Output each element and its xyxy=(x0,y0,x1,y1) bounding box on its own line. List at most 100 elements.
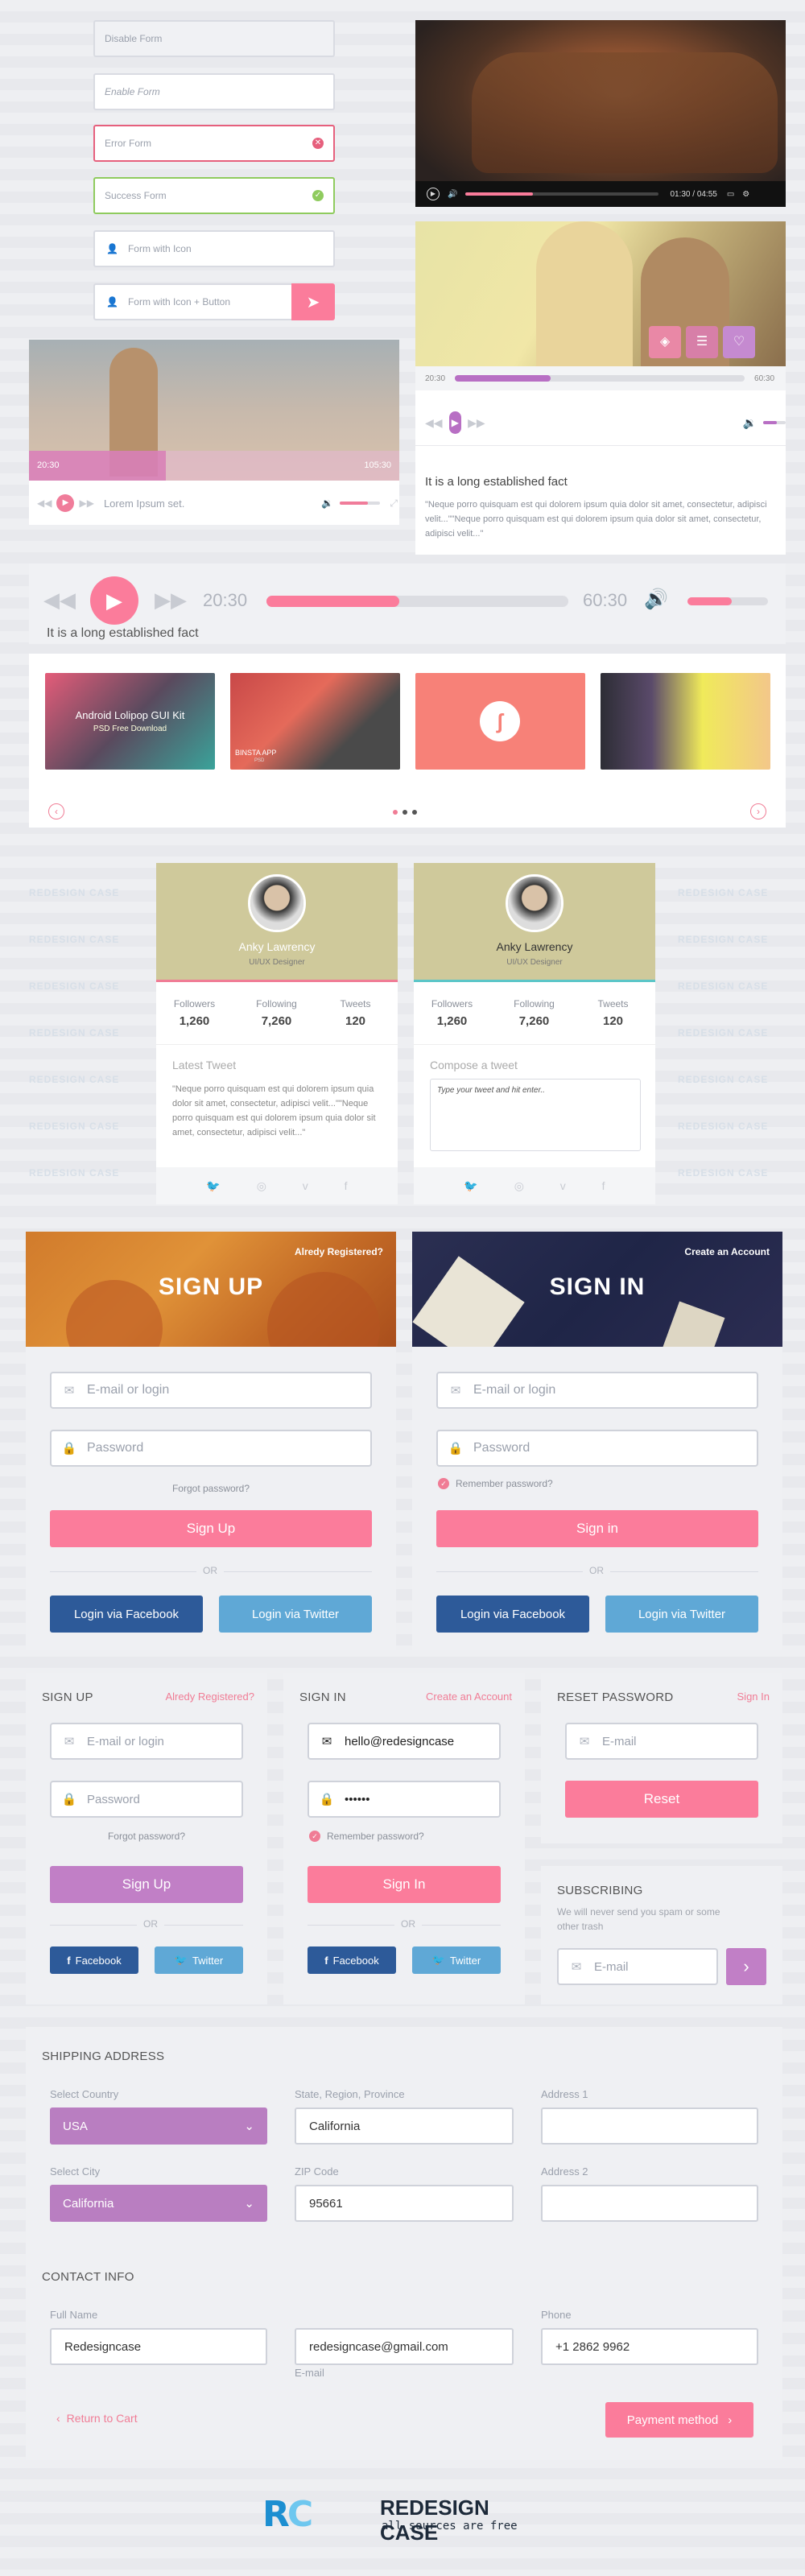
password-input[interactable]: 🔒 Password xyxy=(50,1781,243,1818)
slider-dot[interactable] xyxy=(393,810,398,815)
city-value: California xyxy=(63,2196,114,2211)
gallery-item-android[interactable]: Android Lolipop GUI Kit PSD Free Downloa… xyxy=(45,673,215,770)
signup-button[interactable]: Sign Up xyxy=(50,1866,243,1903)
forgot-password-link[interactable]: Forgot password? xyxy=(26,1483,396,1494)
payment-method-button[interactable]: Payment method › xyxy=(605,2402,753,2438)
big-volume-track[interactable] xyxy=(687,597,768,605)
play-button[interactable]: ▶ xyxy=(90,576,138,625)
signin-button[interactable]: Sign in xyxy=(436,1510,758,1547)
forgot-password-link[interactable]: Forgot password? xyxy=(26,1831,267,1842)
remember-checkbox[interactable]: ✓ xyxy=(438,1478,449,1489)
volume-icon[interactable]: 🔉 xyxy=(321,497,333,509)
big-progress-track[interactable] xyxy=(266,596,568,607)
email-input[interactable]: ✉ E-mail xyxy=(557,1948,718,1985)
facebook-icon[interactable]: f xyxy=(602,1179,605,1192)
send-button[interactable]: ➤ xyxy=(291,283,335,320)
slider-dot[interactable] xyxy=(402,810,407,815)
tag-button[interactable]: ◈ xyxy=(649,326,681,358)
already-registered-link[interactable]: Alredy Registered? xyxy=(165,1690,254,1703)
country-select[interactable]: USA ⌄ xyxy=(50,2107,267,2145)
twitter-icon[interactable]: 🐦 xyxy=(206,1179,220,1193)
photo-progress-track[interactable] xyxy=(455,375,745,382)
address2-input[interactable] xyxy=(541,2185,758,2222)
play-button[interactable]: ▶ xyxy=(56,494,75,512)
password-input[interactable]: 🔒 Password xyxy=(436,1430,758,1467)
fullscreen-icon[interactable]: ▭ xyxy=(727,190,734,199)
next-arrow-icon[interactable]: › xyxy=(750,803,766,819)
volume-icon[interactable]: 🔉 xyxy=(743,416,757,430)
error-input[interactable]: Error Form ✕ xyxy=(93,125,335,162)
email-input[interactable]: ✉ E-mail xyxy=(565,1723,758,1760)
remember-checkbox[interactable]: ✓ xyxy=(309,1831,320,1842)
twitter-button[interactable]: 🐦 Twitter xyxy=(155,1946,243,1974)
password-input[interactable]: 🔒 •••••• xyxy=(308,1781,501,1818)
twitter-login-button[interactable]: Login via Twitter xyxy=(219,1596,372,1633)
girl-volume-track[interactable] xyxy=(340,502,381,505)
expand-icon[interactable]: ⤢ xyxy=(390,497,398,510)
forward-icon[interactable]: ▶▶ xyxy=(155,588,187,613)
volume-icon[interactable]: 🔊 xyxy=(644,588,668,611)
phone-input[interactable]: +1 2862 9962 xyxy=(541,2328,758,2365)
twitter-login-button[interactable]: Login via Twitter xyxy=(605,1596,758,1633)
vimeo-icon[interactable]: v xyxy=(560,1179,566,1192)
name-input[interactable]: Redesigncase xyxy=(50,2328,267,2365)
vimeo-icon[interactable]: v xyxy=(303,1179,308,1192)
signin-link[interactable]: Sign In xyxy=(737,1690,770,1703)
facebook-button[interactable]: f Facebook xyxy=(308,1946,396,1974)
subscribe-button[interactable]: › xyxy=(726,1948,766,1985)
tweets-stat: Tweets 120 xyxy=(317,998,394,1028)
gallery-item-binsta[interactable]: BINSTA APP PSD xyxy=(230,673,400,770)
heart-button[interactable]: ♡ xyxy=(723,326,755,358)
forward-icon[interactable]: ▶▶ xyxy=(79,497,93,509)
dribbble-icon[interactable]: ◎ xyxy=(257,1179,266,1193)
password-input[interactable]: 🔒 Password xyxy=(50,1430,372,1467)
address1-input[interactable] xyxy=(541,2107,758,2145)
signup-button[interactable]: Sign Up xyxy=(50,1510,372,1547)
dribbble-icon[interactable]: ◎ xyxy=(514,1179,524,1193)
signin-button[interactable]: Sign In xyxy=(308,1866,501,1903)
gallery-item-phones[interactable] xyxy=(601,673,770,770)
facebook-icon[interactable]: f xyxy=(345,1179,348,1192)
forward-icon[interactable]: ▶▶ xyxy=(468,416,485,430)
video-progress-track[interactable] xyxy=(465,192,659,196)
rewind-icon[interactable]: ◀◀ xyxy=(43,588,76,613)
zip-input[interactable]: 95661 xyxy=(295,2185,514,2222)
create-account-link[interactable]: Create an Account xyxy=(684,1246,770,1257)
prev-arrow-icon[interactable]: ‹ xyxy=(48,803,64,819)
database-button[interactable]: ☰ xyxy=(686,326,718,358)
girl-progress-overlay[interactable] xyxy=(29,451,399,481)
reset-button[interactable]: Reset xyxy=(565,1781,758,1818)
email-input[interactable]: ✉ E-mail or login xyxy=(50,1723,243,1760)
email-input[interactable]: ✉ hello@redesigncase xyxy=(308,1723,501,1760)
rewind-icon[interactable]: ◀◀ xyxy=(425,416,443,430)
gear-icon[interactable]: ⚙ xyxy=(742,190,749,199)
twitter-button[interactable]: 🐦 Twitter xyxy=(412,1946,501,1974)
slider-dot[interactable] xyxy=(412,810,417,815)
state-input[interactable]: California xyxy=(295,2107,514,2145)
play-icon[interactable]: ▶ xyxy=(427,188,440,200)
zip-label: ZIP Code xyxy=(295,2165,339,2178)
city-select[interactable]: California ⌄ xyxy=(50,2185,267,2222)
return-to-cart-link[interactable]: ‹ Return to Cart xyxy=(56,2412,138,2425)
already-registered-link[interactable]: Alredy Registered? xyxy=(295,1246,383,1257)
play-button[interactable]: ▶ xyxy=(448,411,462,434)
twitter-icon[interactable]: 🐦 xyxy=(464,1179,477,1193)
icon-button-input[interactable]: 👤 Form with Icon + Button xyxy=(93,283,295,320)
facebook-login-button[interactable]: Login via Facebook xyxy=(436,1596,589,1633)
email-input[interactable]: redesigncase@gmail.com xyxy=(295,2328,514,2365)
facebook-login-button[interactable]: Login via Facebook xyxy=(50,1596,203,1633)
email-input[interactable]: ✉ E-mail or login xyxy=(50,1372,372,1409)
icon-input[interactable]: 👤 Form with Icon xyxy=(93,230,335,267)
gallery-item-logo[interactable]: ʃ xyxy=(415,673,585,770)
create-account-link[interactable]: Create an Account xyxy=(426,1690,512,1703)
facebook-button[interactable]: f Facebook xyxy=(50,1946,138,1974)
contact-title: CONTACT INFO xyxy=(42,2270,134,2284)
rewind-icon[interactable]: ◀◀ xyxy=(37,497,52,509)
email-input[interactable]: ✉ E-mail or login xyxy=(436,1372,758,1409)
watermark: REDESIGN CASE xyxy=(678,934,769,945)
enabled-input[interactable]: Enable Form xyxy=(93,73,335,110)
photo-volume-track[interactable] xyxy=(763,421,786,424)
tweet-textarea[interactable]: Type your tweet and hit enter.. xyxy=(430,1079,641,1151)
success-input[interactable]: Success Form ✓ xyxy=(93,177,335,214)
volume-icon[interactable]: 🔊 xyxy=(448,190,457,199)
